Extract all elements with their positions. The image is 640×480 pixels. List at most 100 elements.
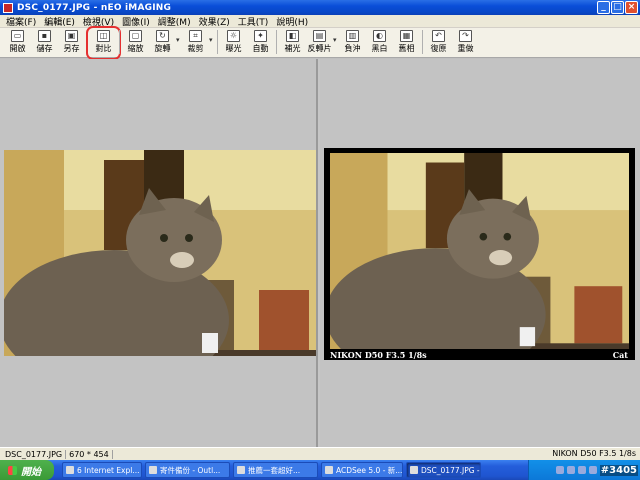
title-bar: DSC_0177.JPG - nEO iMAGING _ □ × [0, 0, 640, 15]
exif-caption: NIKON D50 F3.5 1/8s [330, 350, 427, 360]
auto-label: 自動 [252, 44, 269, 53]
watermark-text: #3405 [599, 464, 638, 476]
menu-view[interactable]: 檢視(V) [79, 15, 118, 28]
start-button[interactable]: 開始 [0, 460, 54, 480]
toolbar-separator [87, 30, 88, 54]
close-button[interactable]: × [625, 1, 638, 14]
open-button[interactable]: ▭ 開啟 [4, 30, 31, 56]
status-dimensions: 670 * 454 [66, 449, 113, 459]
original-photo [4, 150, 316, 356]
old-photo-icon: ▦ [400, 30, 413, 42]
task-internet-explorer[interactable]: 6 Internet Expl... [62, 462, 142, 478]
black-white-button[interactable]: ◐ 黑白 [366, 30, 393, 56]
menu-bar: 檔案(F) 編輯(E) 檢視(V) 圖像(I) 調整(M) 效果(Z) 工具(T… [0, 15, 640, 28]
save-as-icon: ▣ [65, 30, 78, 42]
redo-icon: ↷ [459, 30, 472, 42]
inverse-film-button[interactable]: ▤ 反轉片 [306, 30, 333, 56]
exposure-label: 曝光 [225, 44, 242, 53]
exposure-button[interactable]: ☼ 曝光 [220, 30, 247, 56]
task-label: ACDSee 5.0 - 新... [336, 465, 403, 475]
toolbar-separator [276, 30, 277, 54]
open-label: 開啟 [9, 44, 26, 53]
redo-label: 重做 [457, 44, 474, 53]
disk-icon: ▪ [38, 30, 51, 42]
window-controls: _ □ × [597, 1, 638, 14]
inverse-film-label: 反轉片 [307, 44, 332, 53]
title-caption: Cat [612, 350, 628, 360]
toolbar-separator [422, 30, 423, 54]
undo-label: 復原 [430, 44, 447, 53]
menu-tools[interactable]: 工具(T) [234, 15, 273, 28]
film-icon: ▤ [313, 30, 326, 42]
status-filename: DSC_0177.JPG [2, 449, 67, 459]
rotate-button[interactable]: ↻ 旋轉 [149, 30, 176, 56]
mail-icon [149, 466, 157, 474]
original-pane [0, 59, 318, 447]
workspace: NIKON D50 F3.5 1/8s Cat [0, 59, 640, 447]
neo-imaging-icon [410, 466, 418, 474]
old-photo-label: 舊相 [398, 44, 415, 53]
task-label: 推薦一套超好... [248, 465, 301, 475]
task-label: 6 Internet Expl... [77, 465, 140, 475]
save-as-button[interactable]: ▣ 另存 [58, 30, 85, 56]
compare-icon: ◫ [97, 30, 110, 42]
old-photo-button[interactable]: ▦ 舊相 [393, 30, 420, 56]
save-as-label: 另存 [63, 44, 80, 53]
fill-light-button[interactable]: ◧ 補光 [279, 30, 306, 56]
zoom-label: 縮放 [127, 44, 144, 53]
auto-button[interactable]: ✦ 自動 [247, 30, 274, 56]
menu-help[interactable]: 說明(H) [272, 15, 312, 28]
minimize-button[interactable]: _ [597, 1, 610, 14]
tray-network-icon[interactable] [555, 466, 564, 474]
compare-label: 對比 [95, 44, 112, 53]
app-icon [3, 2, 13, 13]
sun-icon: ☼ [227, 30, 240, 42]
task-acdsee[interactable]: ACDSee 5.0 - 新... [321, 462, 403, 478]
rotate-label: 旋轉 [154, 44, 171, 53]
maximize-button[interactable]: □ [611, 1, 624, 14]
compare-button[interactable]: ◫ 對比 [86, 26, 121, 60]
save-label: 儲存 [36, 44, 53, 53]
toolbar: ▭ 開啟 ▪ 儲存 ▣ 另存 ◫ 對比 ▢ 縮放 ↻ 旋轉 ▾ ⌗ 裁剪 ▾ ☼… [0, 26, 640, 60]
negative-button[interactable]: ▥ 負沖 [339, 30, 366, 56]
fill-light-label: 補光 [284, 44, 301, 53]
task-browser-window[interactable]: 推薦一套超好... [233, 462, 318, 478]
menu-file[interactable]: 檔案(F) [2, 15, 40, 28]
windows-logo-icon [8, 465, 17, 475]
zoom-icon: ▢ [129, 30, 142, 42]
preview-pane: NIKON D50 F3.5 1/8s Cat [320, 59, 640, 447]
tray-messenger-icon[interactable] [588, 466, 597, 474]
task-neo-imaging[interactable]: DSC_0177.JPG -... [406, 462, 481, 478]
rotate-icon: ↻ [156, 30, 169, 42]
cat-photo-preview [330, 153, 629, 349]
redo-button[interactable]: ↷ 重做 [452, 30, 479, 56]
tray-volume-icon[interactable] [566, 466, 575, 474]
crop-button[interactable]: ⌗ 裁剪 [182, 30, 209, 56]
status-bar: DSC_0177.JPG 670 * 454 NIKON D50 F3.5 1/… [0, 447, 640, 460]
undo-icon: ↶ [432, 30, 445, 42]
undo-button[interactable]: ↶ 復原 [425, 30, 452, 56]
task-outlook[interactable]: 寄件備份 - Outl... [145, 462, 230, 478]
menu-adjust[interactable]: 調整(M) [154, 15, 195, 28]
save-button[interactable]: ▪ 儲存 [31, 30, 58, 56]
system-tray: #3405 [528, 460, 640, 480]
black-white-label: 黑白 [371, 44, 388, 53]
zoom-button[interactable]: ▢ 縮放 [122, 30, 149, 56]
magic-wand-icon: ✦ [254, 30, 267, 42]
toolbar-separator [119, 30, 120, 54]
negative-icon: ▥ [346, 30, 359, 42]
black-white-icon: ◐ [373, 30, 386, 42]
menu-effects[interactable]: 效果(Z) [195, 15, 234, 28]
status-exif: NIKON D50 F3.5 1/8s [552, 449, 636, 458]
task-label: DSC_0177.JPG -... [421, 465, 481, 475]
crop-icon: ⌗ [189, 30, 202, 42]
fill-light-icon: ◧ [286, 30, 299, 42]
crop-dropdown-icon[interactable]: ▾ [209, 36, 215, 44]
preview-photo [330, 153, 629, 349]
task-label: 寄件備份 - Outl... [160, 465, 221, 475]
menu-image[interactable]: 圖像(I) [118, 15, 154, 28]
menu-edit[interactable]: 編輯(E) [40, 15, 79, 28]
negative-label: 負沖 [344, 44, 361, 53]
cat-photo-original [4, 150, 316, 356]
tray-security-icon[interactable] [577, 466, 586, 474]
